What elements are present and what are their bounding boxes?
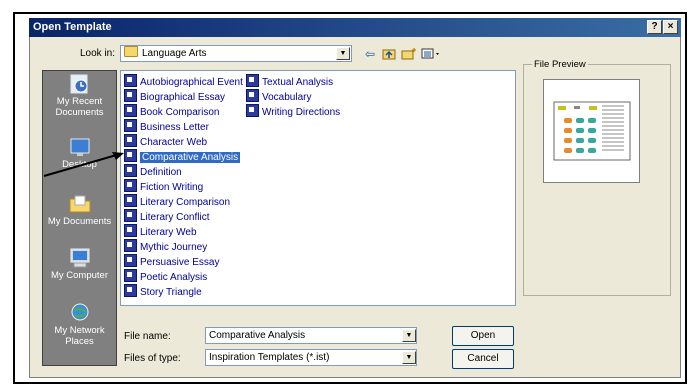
file-type-select[interactable]: Inspiration Templates (*.ist) — [205, 349, 417, 366]
file-name-label: File name: — [124, 331, 171, 342]
file-type-dropdown-arrow[interactable]: ▼ — [402, 351, 416, 364]
file-preview-thumbnail — [543, 79, 640, 183]
open-button[interactable]: Open — [452, 326, 514, 346]
file-name-input[interactable]: Comparative Analysis — [205, 327, 417, 344]
file-preview-label: File Preview — [532, 59, 588, 70]
cancel-button[interactable]: Cancel — [452, 349, 514, 369]
file-type-label: Files of type: — [124, 353, 181, 364]
file-name-dropdown-arrow[interactable]: ▼ — [402, 329, 416, 342]
template-thumbnail-image — [553, 101, 631, 161]
